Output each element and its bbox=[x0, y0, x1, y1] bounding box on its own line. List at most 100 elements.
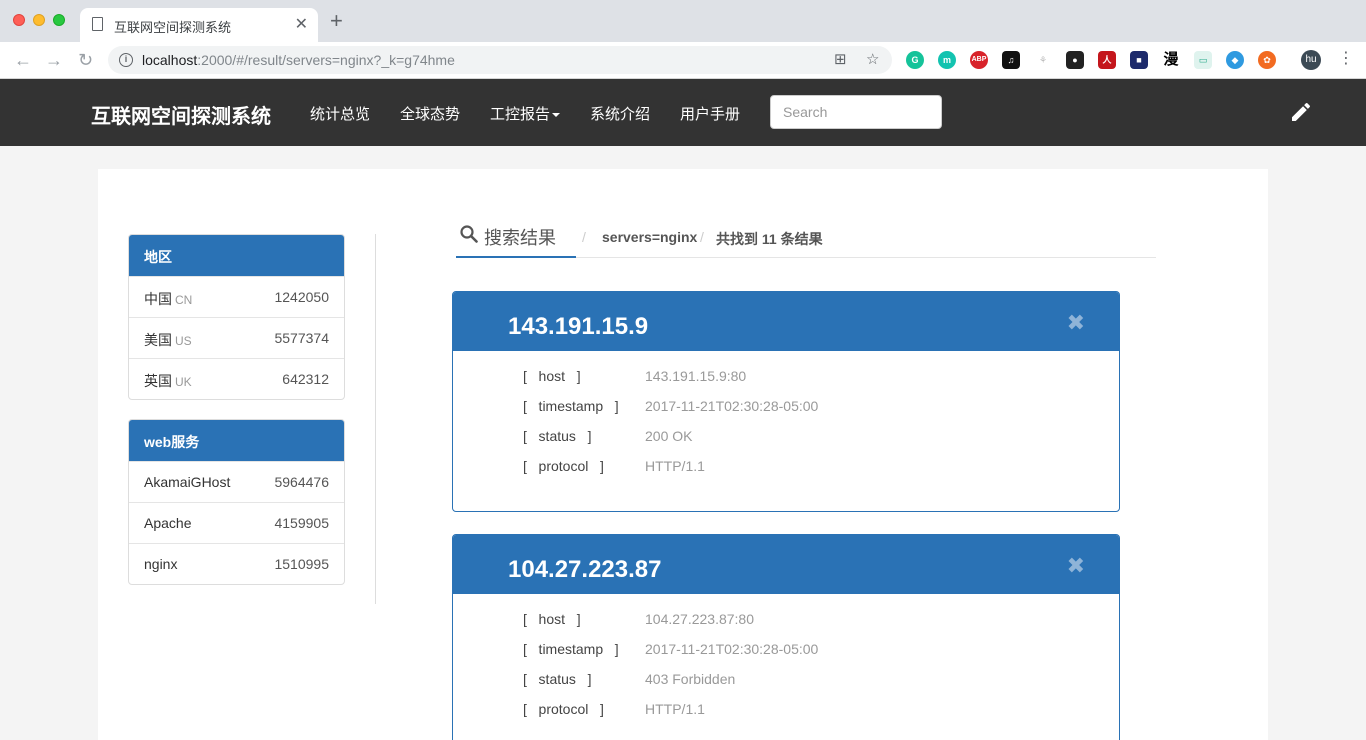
breadcrumb-active-tab[interactable]: 搜索结果 bbox=[456, 220, 576, 258]
search-input[interactable] bbox=[770, 95, 942, 129]
region-row-us[interactable]: 美国 US 5577374 bbox=[129, 317, 344, 358]
breadcrumb-query[interactable]: servers=nginx bbox=[602, 229, 697, 245]
field-label-timestamp: [ timestamp ] bbox=[523, 641, 619, 657]
minimize-window-button[interactable] bbox=[33, 14, 45, 26]
browser-menu-icon[interactable]: ⋮ bbox=[1338, 49, 1354, 69]
web-row-akamaighost[interactable]: AkamaiGHost 5964476 bbox=[129, 461, 344, 502]
tab-title: 互联网空间探测系统 bbox=[114, 20, 232, 35]
nav-user-manual[interactable]: 用户手册 bbox=[680, 103, 740, 124]
browser-toolbar: ← → ↻ i localhost:2000/#/result/servers=… bbox=[0, 42, 1366, 79]
web-service-panel: web服务 AkamaiGHost 5964476 Apache 4159905… bbox=[128, 419, 345, 585]
manga-icon[interactable]: 漫 bbox=[1162, 51, 1180, 69]
forward-icon[interactable]: → bbox=[45, 50, 63, 70]
reload-icon[interactable]: ↻ bbox=[78, 50, 93, 70]
tab-close-icon[interactable]: ✕ bbox=[295, 14, 308, 34]
region-name: 英国 bbox=[144, 373, 172, 389]
result-ip[interactable]: 143.191.15.9 bbox=[508, 313, 648, 341]
new-tab-button[interactable]: + bbox=[330, 10, 343, 32]
region-count: 1242050 bbox=[274, 289, 329, 305]
result-card-body: [ host ] 104.27.223.87:80 [ timestamp ] … bbox=[453, 594, 1119, 740]
field-label-protocol: [ protocol ] bbox=[523, 701, 604, 717]
pdf-icon[interactable]: 人 bbox=[1098, 51, 1116, 69]
breadcrumb-separator: / bbox=[700, 229, 704, 245]
result-card-body: [ host ] 143.191.15.9:80 [ timestamp ] 2… bbox=[453, 351, 1119, 511]
web-server-count: 1510995 bbox=[274, 556, 329, 572]
region-name: 中国 bbox=[144, 291, 172, 307]
main-content: 地区 中国 CN 1242050 美国 US 5577374 英国 UK 642312… bbox=[98, 169, 1268, 740]
maximize-window-button[interactable] bbox=[53, 14, 65, 26]
field-label-host: [ host ] bbox=[523, 611, 581, 627]
browser-tab-bar: 互联网空间探测系统 ✕ + bbox=[0, 0, 1366, 42]
brand-title[interactable]: 互联网空间探测系统 bbox=[91, 100, 271, 129]
field-value-protocol: HTTP/1.1 bbox=[645, 458, 705, 474]
region-code: CN bbox=[175, 293, 193, 307]
region-code: US bbox=[175, 334, 192, 348]
url-path: :2000/#/result/servers=nginx?_k=g74hme bbox=[197, 52, 455, 68]
field-label-protocol: [ protocol ] bbox=[523, 458, 604, 474]
field-value-timestamp: 2017-11-21T02:30:28-05:00 bbox=[645, 398, 819, 414]
web-row-apache[interactable]: Apache 4159905 bbox=[129, 502, 344, 543]
nav-system-intro[interactable]: 系统介绍 bbox=[590, 103, 650, 124]
region-code: UK bbox=[175, 375, 192, 389]
result-ip[interactable]: 104.27.223.87 bbox=[508, 556, 661, 584]
field-value-timestamp: 2017-11-21T02:30:28-05:00 bbox=[645, 641, 819, 657]
caret-down-icon bbox=[552, 113, 561, 118]
back-icon[interactable]: ← bbox=[14, 50, 32, 70]
field-label-status: [ status ] bbox=[523, 671, 592, 687]
cube-icon[interactable]: ■ bbox=[1130, 51, 1148, 69]
info-icon[interactable]: i bbox=[119, 53, 133, 67]
web-service-panel-title: web服务 bbox=[129, 420, 344, 461]
region-row-cn[interactable]: 中国 CN 1242050 bbox=[129, 276, 344, 317]
page-icon bbox=[92, 17, 103, 31]
field-value-host: 104.27.223.87:80 bbox=[645, 611, 754, 627]
translate-icon[interactable]: ⊞ bbox=[834, 50, 847, 68]
browser-tab[interactable]: 互联网空间探测系统 ✕ bbox=[80, 8, 318, 42]
web-server-count: 5964476 bbox=[274, 474, 329, 490]
app-navbar: 互联网空间探测系统 统计总览 全球态势 工控报告 系统介绍 用户手册 bbox=[0, 79, 1366, 146]
nav-global-situation[interactable]: 全球态势 bbox=[400, 103, 460, 124]
vertical-divider bbox=[375, 234, 376, 604]
web-server-name: AkamaiGHost bbox=[144, 474, 231, 490]
close-window-button[interactable] bbox=[13, 14, 25, 26]
pencil-icon[interactable] bbox=[1289, 100, 1313, 124]
field-value-status: 200 OK bbox=[645, 428, 693, 444]
field-label-timestamp: [ timestamp ] bbox=[523, 398, 619, 414]
abp-icon[interactable]: ABP bbox=[970, 51, 988, 69]
breadcrumb: 搜索结果 / servers=nginx / 共找到 11 条结果 bbox=[456, 220, 1156, 258]
m-icon[interactable]: m bbox=[938, 51, 956, 69]
shield-icon[interactable]: ◆ bbox=[1226, 51, 1244, 69]
screen-icon[interactable]: ▭ bbox=[1194, 51, 1212, 69]
web-server-count: 4159905 bbox=[274, 515, 329, 531]
nav-overview[interactable]: 统计总览 bbox=[310, 103, 370, 124]
region-count: 5577374 bbox=[274, 330, 329, 346]
breadcrumb-summary: 共找到 11 条结果 bbox=[716, 231, 823, 247]
region-panel-title: 地区 bbox=[129, 235, 344, 276]
url-text[interactable]: localhost:2000/#/result/servers=nginx?_k… bbox=[142, 52, 455, 68]
result-card: 143.191.15.9 ✖ [ host ] 143.191.15.9:80 … bbox=[452, 291, 1120, 512]
nav-ics-report-label: 工控报告 bbox=[490, 106, 551, 123]
field-label-host: [ host ] bbox=[523, 368, 581, 384]
web-row-nginx[interactable]: nginx 1510995 bbox=[129, 543, 344, 584]
bookmark-star-icon[interactable]: ☆ bbox=[866, 50, 879, 68]
breadcrumb-separator: / bbox=[582, 229, 586, 245]
web-server-name: Apache bbox=[144, 515, 192, 531]
tree-icon[interactable]: ⚘ bbox=[1034, 51, 1052, 69]
breadcrumb-title: 搜索结果 bbox=[484, 228, 556, 248]
region-panel: 地区 中国 CN 1242050 美国 US 5577374 英国 UK 642312 bbox=[128, 234, 345, 400]
result-card: 104.27.223.87 ✖ [ host ] 104.27.223.87:8… bbox=[452, 534, 1120, 740]
address-bar[interactable]: i localhost:2000/#/result/servers=nginx?… bbox=[108, 46, 892, 74]
field-value-protocol: HTTP/1.1 bbox=[645, 701, 705, 717]
orange-icon[interactable]: ✿ bbox=[1258, 51, 1276, 69]
grammarly-icon[interactable]: G bbox=[906, 51, 924, 69]
field-value-host: 143.191.15.9:80 bbox=[645, 368, 747, 384]
web-server-name: nginx bbox=[144, 556, 178, 572]
profile-avatar[interactable]: hu bbox=[1301, 50, 1321, 70]
bear-icon[interactable]: ● bbox=[1066, 51, 1084, 69]
region-count: 642312 bbox=[282, 371, 329, 387]
close-icon[interactable]: ✖ bbox=[1067, 310, 1085, 336]
close-icon[interactable]: ✖ bbox=[1067, 553, 1085, 579]
region-row-uk[interactable]: 英国 UK 642312 bbox=[129, 358, 344, 399]
nav-ics-report[interactable]: 工控报告 bbox=[490, 103, 561, 124]
music-icon[interactable]: ♫ bbox=[1002, 51, 1020, 69]
url-host: localhost bbox=[142, 52, 198, 68]
